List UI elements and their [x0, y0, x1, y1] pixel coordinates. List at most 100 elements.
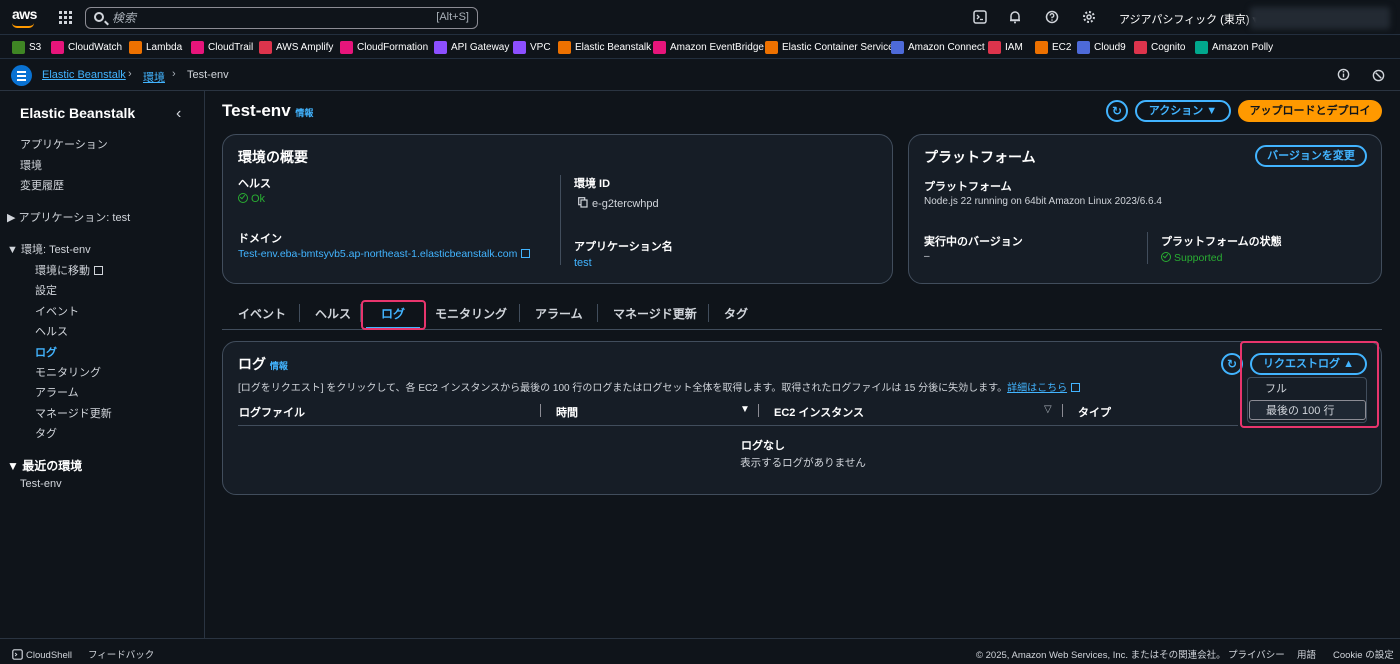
- info-link[interactable]: 情報: [295, 108, 313, 118]
- account-menu[interactable]: [1250, 7, 1390, 29]
- tab-managed-updates[interactable]: マネージド更新: [613, 305, 697, 322]
- favorite-elastic-beanstalk[interactable]: Elastic Beanstalk: [558, 40, 651, 54]
- favorite-ec2[interactable]: EC2: [1035, 40, 1071, 54]
- environment-id: e-g2tercwhpd: [578, 196, 659, 210]
- favorite-label: CloudWatch: [68, 41, 123, 53]
- sidebar-item-monitoring[interactable]: モニタリング: [35, 364, 101, 380]
- favorite-aws-amplify[interactable]: AWS Amplify: [259, 40, 333, 54]
- favorite-label: AWS Amplify: [276, 41, 334, 53]
- platform-value: Node.js 22 running on 64bit Amazon Linux…: [924, 196, 1162, 207]
- service-icon: [558, 40, 571, 54]
- breadcrumb-environments[interactable]: 環境: [143, 69, 165, 85]
- aws-logo[interactable]: aws: [12, 6, 37, 28]
- tab-tags[interactable]: タグ: [724, 305, 748, 322]
- breadcrumb-elastic-beanstalk[interactable]: Elastic Beanstalk: [42, 69, 126, 81]
- cloudshell-link[interactable]: CloudShell: [12, 647, 72, 661]
- sidebar-group-application[interactable]: ▶ アプリケーション: test: [7, 209, 130, 225]
- sidebar-item-applications[interactable]: アプリケーション: [20, 136, 108, 152]
- favorite-cloudtrail[interactable]: CloudTrail: [191, 40, 253, 54]
- cookie-settings-link[interactable]: Cookie の設定: [1333, 647, 1394, 661]
- column-log-file[interactable]: ログファイル: [239, 404, 305, 420]
- column-time[interactable]: 時間: [556, 404, 578, 420]
- logs-info-link[interactable]: 情報: [270, 361, 288, 371]
- details-link[interactable]: 詳細はこちら: [1007, 383, 1067, 394]
- sort-icon[interactable]: ▽: [1044, 404, 1052, 415]
- column-ec2-instance[interactable]: EC2 インスタンス: [774, 404, 864, 420]
- gear-icon[interactable]: [1082, 10, 1096, 24]
- tab-alarms[interactable]: アラーム: [535, 305, 583, 322]
- feedback-link[interactable]: フィードバック: [88, 647, 154, 661]
- platform-state: Supported: [1161, 251, 1222, 264]
- favorite-amazon-polly[interactable]: Amazon Polly: [1195, 40, 1273, 54]
- empty-text: 表示するログがありません: [740, 457, 866, 469]
- help-icon[interactable]: [1045, 10, 1059, 24]
- platform-title: プラットフォーム: [924, 149, 1036, 165]
- favorite-amazon-eventbridge[interactable]: Amazon EventBridge: [653, 40, 764, 54]
- favorite-elastic-container-service[interactable]: Elastic Container Service: [765, 40, 894, 54]
- sidebar-item-events[interactable]: イベント: [35, 303, 79, 319]
- sidebar-item-health[interactable]: ヘルス: [35, 323, 68, 339]
- sidebar-group-environment[interactable]: ▼ 環境: Test-env: [7, 241, 91, 257]
- service-icon: [340, 40, 353, 54]
- refresh-button[interactable]: ↻: [1106, 100, 1128, 122]
- favorite-cloudformation[interactable]: CloudFormation: [340, 40, 428, 54]
- bell-icon[interactable]: [1008, 10, 1022, 24]
- favorite-cloudwatch[interactable]: CloudWatch: [51, 40, 122, 54]
- copy-icon[interactable]: [578, 197, 588, 208]
- terms-link[interactable]: 用語: [1297, 647, 1316, 661]
- column-type[interactable]: タイプ: [1078, 404, 1111, 420]
- favorite-vpc[interactable]: VPC: [513, 40, 551, 54]
- favorite-label: CloudFormation: [357, 41, 429, 53]
- sidebar-item-managed-updates[interactable]: マネージド更新: [35, 405, 112, 421]
- favorite-s3[interactable]: S3: [12, 40, 41, 54]
- sidebar-item-go-to-environment[interactable]: 環境に移動: [35, 262, 103, 278]
- search-box[interactable]: [Alt+S]: [85, 7, 478, 29]
- sort-desc-icon[interactable]: ▼: [740, 404, 750, 415]
- menu-toggle-button[interactable]: [11, 65, 32, 86]
- search-input[interactable]: [112, 10, 412, 26]
- application-name-link[interactable]: test: [574, 257, 592, 269]
- overview-title: 環境の概要: [238, 149, 308, 165]
- favorite-cognito[interactable]: Cognito: [1134, 40, 1185, 54]
- favorite-label: Lambda: [146, 41, 183, 53]
- cloudshell-icon[interactable]: [973, 10, 987, 24]
- service-icon: [434, 40, 447, 54]
- service-icon: [51, 40, 64, 54]
- services-grid-icon[interactable]: [59, 11, 72, 24]
- status-icon[interactable]: [1371, 69, 1385, 83]
- sidebar-item-tags[interactable]: タグ: [35, 425, 57, 441]
- sidebar-group-recent[interactable]: ▼ 最近の環境: [7, 457, 82, 474]
- sidebar-item-alarms[interactable]: アラーム: [35, 384, 79, 400]
- sidebar-item-logs[interactable]: ログ: [35, 344, 57, 360]
- sidebar-item-environments[interactable]: 環境: [20, 157, 42, 173]
- favorite-label: IAM: [1005, 41, 1023, 53]
- change-version-button[interactable]: バージョンを変更: [1255, 145, 1367, 167]
- sidebar-group-application-label: アプリケーション: test: [18, 212, 131, 224]
- tab-events[interactable]: イベント: [238, 305, 286, 322]
- domain-link[interactable]: Test-env.eba-bmtsyvb5.ap-northeast-1.ela…: [238, 248, 531, 260]
- favorite-amazon-connect[interactable]: Amazon Connect: [891, 40, 985, 54]
- favorite-api-gateway[interactable]: API Gateway: [434, 40, 509, 54]
- privacy-link[interactable]: プライバシー: [1228, 647, 1285, 661]
- chevron-right-icon: ›: [128, 68, 132, 80]
- page-title: Test-env 情報: [222, 101, 313, 121]
- sidebar-item-recent-test-env[interactable]: Test-env: [20, 478, 62, 490]
- region-selector[interactable]: アジアパシフィック (東京) ▾: [1119, 11, 1258, 27]
- service-icon: [1195, 40, 1208, 54]
- upload-deploy-button[interactable]: アップロードとデプロイ: [1238, 100, 1382, 122]
- favorite-iam[interactable]: IAM: [988, 40, 1023, 54]
- sidebar-item-change-history[interactable]: 変更履歴: [20, 177, 64, 193]
- info-icon[interactable]: [1336, 68, 1350, 82]
- actions-button[interactable]: アクション ▼: [1135, 100, 1231, 122]
- sidebar-item-configuration[interactable]: 設定: [35, 282, 57, 298]
- platform-label: プラットフォーム: [924, 181, 1012, 193]
- favorite-lambda[interactable]: Lambda: [129, 40, 182, 54]
- empty-title: ログなし: [741, 440, 785, 452]
- domain-value: Test-env.eba-bmtsyvb5.ap-northeast-1.ela…: [238, 248, 518, 260]
- collapse-sidebar-icon[interactable]: ‹: [176, 105, 181, 123]
- tab-health[interactable]: ヘルス: [315, 305, 351, 322]
- tab-monitoring[interactable]: モニタリング: [435, 305, 507, 322]
- service-icon: [513, 40, 526, 54]
- favorite-cloud9[interactable]: Cloud9: [1077, 40, 1126, 54]
- favorite-label: S3: [29, 41, 42, 53]
